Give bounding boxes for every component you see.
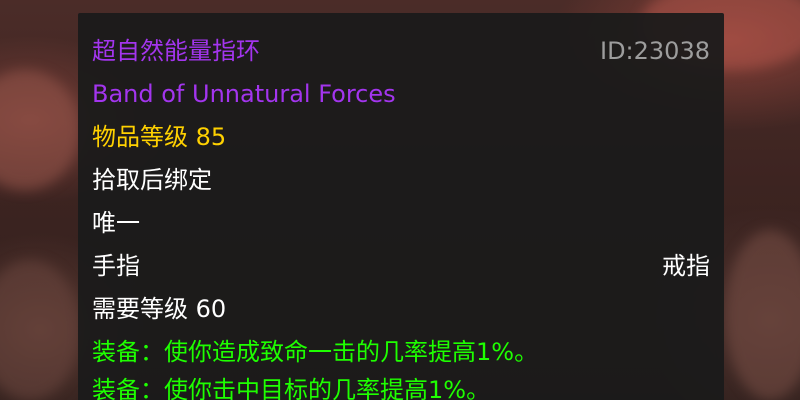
item-tooltip: 超自然能量指环 ID:23038 Band of Unnatural Force… xyxy=(78,13,724,400)
required-level: 需要等级 60 xyxy=(92,295,227,323)
equip-slot: 手指 xyxy=(92,252,140,280)
background-blur-shape xyxy=(0,70,80,190)
background-blur-shape xyxy=(725,230,800,400)
background-blur-shape xyxy=(0,260,80,400)
item-name-chinese: 超自然能量指环 xyxy=(92,37,260,65)
equip-effect: 装备：使你造成致命一击的几率提高1%。 xyxy=(92,338,539,366)
tooltip-header-row: 超自然能量指环 ID:23038 xyxy=(92,31,710,71)
bind-type: 拾取后绑定 xyxy=(92,166,212,194)
item-level: 物品等级 85 xyxy=(92,123,227,151)
equip-slot-row: 手指 戒指 xyxy=(92,246,710,286)
equip-effect: 装备：使你击中目标的几率提高1%。 xyxy=(92,376,491,400)
item-id: ID:23038 xyxy=(600,37,710,65)
item-type: 戒指 xyxy=(662,252,710,280)
item-name-english: Band of Unnatural Forces xyxy=(92,80,396,108)
unique-label: 唯一 xyxy=(92,209,140,237)
